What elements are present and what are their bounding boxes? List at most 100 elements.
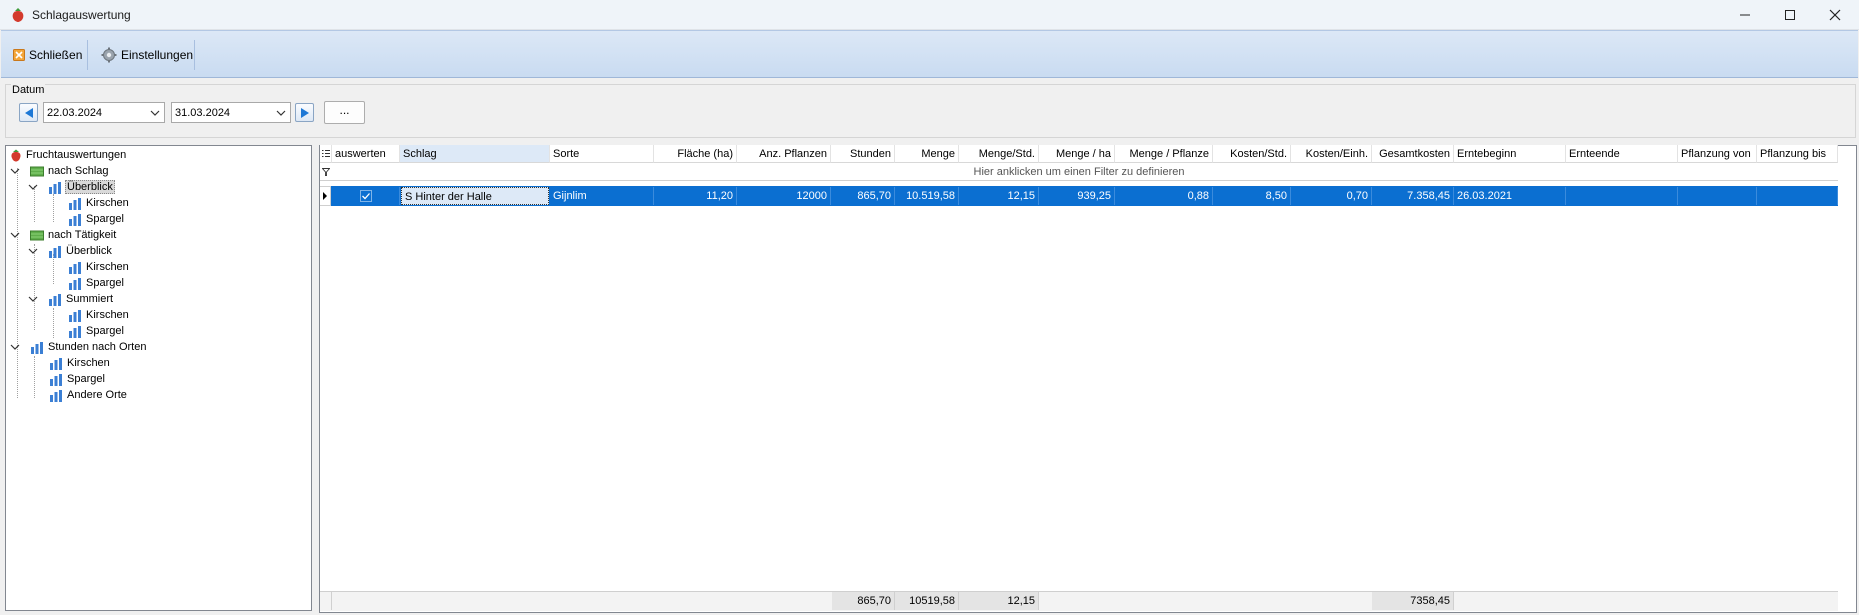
column-header-anz-pflanzen[interactable]: Anz. Pflanzen [737,145,831,163]
cell-menge-pflanze[interactable]: 0,88 [1115,187,1213,205]
close-button[interactable]: Schließen [10,43,85,67]
column-header-flaeche[interactable]: Fläche (ha) [654,145,737,163]
tree-node-stunden-nach-orten[interactable]: Stunden nach Orten [10,340,147,354]
tree-node-ueberblick[interactable]: Überblick [28,244,113,258]
cell-anz-pflanzen[interactable]: 12000 [737,187,831,205]
more-options-button[interactable]: ... [324,101,365,124]
bar-chart-icon [49,181,61,194]
tree-node-ueberblick[interactable]: Überblick [28,180,115,194]
chevron-down-icon [28,184,38,190]
column-header-pflanzung-bis[interactable]: Pflanzung bis [1757,145,1838,163]
cell-flaeche[interactable]: 11,20 [654,187,737,205]
maximize-button[interactable] [1767,0,1813,30]
tree-label: Überblick [65,180,115,194]
arrow-left-icon [24,107,33,118]
summary-footer [320,591,1838,611]
tree-node-spargel[interactable]: Spargel [49,372,106,386]
close-x-icon [13,49,25,61]
tree-node-summiert[interactable]: Summiert [28,292,114,306]
bar-chart-icon [50,373,62,386]
column-header-menge-pflanze[interactable]: Menge / Pflanze [1115,145,1213,163]
bar-chart-icon [69,261,81,274]
date-from-picker[interactable]: 22.03.2024 [43,102,165,123]
column-header-kosten-einh[interactable]: Kosten/Einh. [1291,145,1372,163]
column-header-schlag[interactable]: Schlag [400,145,550,163]
tree-node-andere-orte[interactable]: Andere Orte [49,388,128,402]
tree-node-spargel[interactable]: Spargel [68,324,125,338]
column-header-gesamtkosten[interactable]: Gesamtkosten [1372,145,1454,163]
bar-chart-icon [69,309,81,322]
minimize-button[interactable] [1722,0,1768,30]
chevron-down-icon [276,110,286,116]
filter-row[interactable]: Hier anklicken um einen Filter zu defini… [320,164,1838,181]
cell-kosten-std[interactable]: 8,50 [1213,187,1291,205]
tree-node-nach-taetigkeit[interactable]: nach Tätigkeit [10,228,117,242]
tree-node-kirschen[interactable]: Kirschen [49,356,111,370]
cell-menge[interactable]: 10.519,58 [895,187,959,205]
tree-node-kirschen[interactable]: Kirschen [68,196,130,210]
tree-label: Kirschen [86,309,129,321]
cell-stunden[interactable]: 865,70 [831,187,895,205]
column-header-ernteende[interactable]: Ernteende [1566,145,1678,163]
tree-node-kirschen[interactable]: Kirschen [68,308,130,322]
column-header-erntebeginn[interactable]: Erntebeginn [1454,145,1566,163]
chevron-down-icon [150,110,160,116]
tree-connector [53,308,54,338]
column-header-menge-ha[interactable]: Menge / ha [1039,145,1115,163]
cell-erntebeginn[interactable]: 26.03.2021 [1454,187,1566,205]
cell-ernteende[interactable] [1566,187,1678,205]
title-bar: Schlagauswertung [0,0,1859,30]
tree-node-spargel[interactable]: Spargel [68,212,125,226]
footer-menge: 10519,58 [895,592,959,610]
strawberry-icon [12,8,24,22]
tree-node-kirschen[interactable]: Kirschen [68,260,130,274]
tree-label: Kirschen [86,197,129,209]
tree-label: nach Schlag [48,165,109,177]
column-header-kosten-std[interactable]: Kosten/Std. [1213,145,1291,163]
chevron-down-icon [28,248,38,254]
column-header-menge[interactable]: Menge [895,145,959,163]
column-chooser-button[interactable] [320,145,332,163]
row-indicator [320,186,331,206]
tree-label: Kirschen [67,357,110,369]
date-group-label: Datum [11,84,46,96]
date-to-picker[interactable]: 31.03.2024 [171,102,291,123]
cell-kosten-einh[interactable]: 0,70 [1291,187,1372,205]
cell-pflanzung-bis[interactable] [1757,187,1838,205]
next-period-button[interactable] [295,103,314,122]
column-header-stunden[interactable]: Stunden [831,145,895,163]
tree-label: Kirschen [86,261,129,273]
list-icon [321,150,330,157]
cell-schlag[interactable]: S Hinter der Halle [401,187,549,205]
row-pointer-icon [323,192,327,200]
tree-label: Spargel [86,325,124,337]
strawberry-icon [11,149,21,161]
bar-chart-icon [31,341,43,354]
cell-pflanzung-von[interactable] [1678,187,1757,205]
cell-gesamtkosten[interactable]: 7.358,45 [1372,187,1454,205]
column-header-menge-std[interactable]: Menge/Std. [959,145,1039,163]
cell-auswerten[interactable] [332,187,400,205]
data-grid[interactable] [319,145,1857,613]
tree-node-spargel[interactable]: Spargel [68,276,125,290]
bar-chart-icon [49,245,61,258]
window-title: Schlagauswertung [32,8,131,22]
previous-period-button[interactable] [19,103,38,122]
tree-node-nach-schlag[interactable]: nach Schlag [10,164,110,178]
chevron-down-icon [28,296,38,302]
cell-sorte[interactable]: Gijnlim [550,187,654,205]
tree-label: Andere Orte [67,389,127,401]
cell-menge-ha[interactable]: 939,25 [1039,187,1115,205]
footer-stunden: 865,70 [832,592,895,610]
column-header-sorte[interactable]: Sorte [550,145,654,163]
bar-chart-icon [50,389,62,402]
footer-menge-std: 12,15 [959,592,1039,610]
minimize-icon [1740,14,1750,16]
settings-button[interactable]: Einstellungen [98,43,196,67]
gear-icon [101,47,117,63]
tree-root[interactable]: Fruchtauswertungen [10,148,127,162]
column-header-pflanzung-von[interactable]: Pflanzung von [1678,145,1757,163]
close-window-button[interactable] [1812,0,1858,30]
column-header-auswerten[interactable]: auswerten [332,145,400,163]
cell-menge-std[interactable]: 12,15 [959,187,1039,205]
